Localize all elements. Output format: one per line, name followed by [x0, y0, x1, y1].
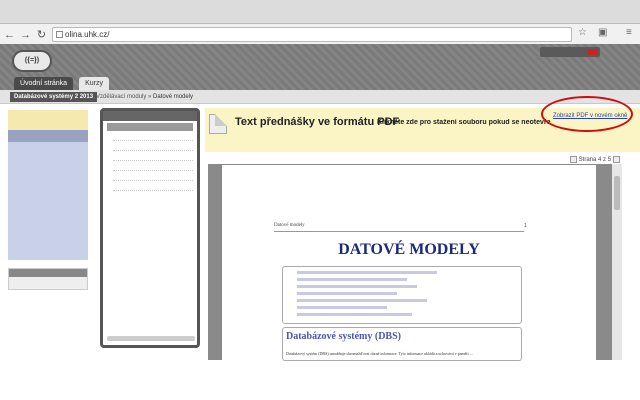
tree-node[interactable]	[113, 183, 193, 191]
star-icon[interactable]: ☆	[578, 27, 587, 38]
url-text: olina.uhk.cz/	[65, 30, 110, 39]
pdf-scrollbar[interactable]	[612, 164, 622, 360]
prev-page-button[interactable]	[570, 156, 577, 163]
address-bar[interactable]: olina.uhk.cz/	[52, 27, 572, 42]
content-tree	[100, 108, 200, 348]
tree-node[interactable]	[113, 153, 193, 161]
course-navigation	[8, 110, 88, 260]
nav-item[interactable]	[11, 210, 85, 219]
breadcrumb: Vzdělávací moduly » Datové modely	[96, 94, 194, 100]
tree-header	[103, 111, 197, 121]
menu-icon[interactable]: ≡	[626, 27, 632, 38]
pdf-page: Datové modely 1 DATOVÉ MODELY Databázové…	[222, 165, 596, 361]
pdf-page-header: Datové modely	[274, 223, 305, 228]
forward-icon[interactable]: →	[19, 29, 32, 42]
nav-item[interactable]	[11, 243, 85, 252]
main-tabs: Úvodní stránka Kurzy	[14, 77, 115, 90]
pdf-title: Text přednášky ve formátu PDF	[235, 116, 400, 128]
tree-node[interactable]	[113, 133, 193, 141]
tree-scrollbar[interactable]	[107, 336, 195, 341]
pdf-header-rule	[274, 231, 524, 232]
extension-icon[interactable]: ▣	[598, 27, 607, 38]
user-box[interactable]	[540, 47, 600, 57]
nav-item[interactable]	[11, 188, 85, 197]
nav-subheader	[8, 130, 88, 142]
nav-item[interactable]	[11, 177, 85, 186]
tree-node[interactable]	[113, 173, 193, 181]
pdf-toc-box	[282, 266, 522, 324]
nav-item[interactable]	[11, 221, 85, 230]
nav-header	[8, 110, 88, 130]
pdf-page-number: 1	[524, 223, 527, 229]
tree-toolbar[interactable]	[107, 123, 193, 131]
pdf-document-title: DATOVÉ MODELY	[338, 241, 480, 258]
page-indicator: Strana 4 z 5	[578, 157, 612, 164]
document-icon	[209, 114, 227, 134]
secondary-nav-header	[9, 269, 87, 277]
tab-courses[interactable]: Kurzy	[79, 77, 109, 90]
pdf-section-title: Databázové systémy (DBS)	[286, 331, 401, 342]
tab-strip	[0, 0, 640, 24]
nav-item[interactable]	[11, 155, 85, 164]
tree-node[interactable]	[113, 143, 193, 151]
open-pdf-new-window-link[interactable]: Zobrazit PDF v novém okně	[553, 113, 627, 119]
pdf-scroll-thumb[interactable]	[614, 176, 620, 210]
site-header: ({=}) Úvodní stránka Kurzy	[0, 44, 640, 90]
nav-item[interactable]	[11, 144, 85, 153]
nav-item[interactable]	[11, 166, 85, 175]
tree-node[interactable]	[113, 163, 193, 171]
reload-icon[interactable]: ↻	[35, 29, 48, 42]
course-name[interactable]: Databázové systémy 2 2013	[10, 92, 98, 102]
pdf-hint: Klikněte zde pro stažení souboru pokud s…	[377, 119, 551, 126]
breadcrumb-current: Datové modely	[153, 94, 194, 100]
pdf-pager: Strana 4 z 5	[570, 156, 620, 163]
browser-chrome: ← → ↻ olina.uhk.cz/ ☆ ▣ ≡	[0, 0, 640, 44]
secondary-navigation	[8, 268, 88, 290]
breadcrumb-parent[interactable]: Vzdělávací moduly	[96, 94, 146, 100]
course-bar: Databázové systémy 2 2013 Vzdělávací mod…	[0, 90, 640, 104]
tab-home[interactable]: Úvodní stránka	[14, 77, 74, 90]
nav-item[interactable]	[11, 199, 85, 208]
back-icon[interactable]: ←	[3, 29, 16, 42]
browser-toolbar: ← → ↻ olina.uhk.cz/ ☆ ▣ ≡	[0, 26, 640, 44]
page-icon	[56, 31, 63, 38]
pdf-header: Text přednášky ve formátu PDF Klikněte z…	[205, 96, 640, 152]
next-page-button[interactable]	[612, 156, 620, 163]
pdf-paragraph: Databázový systém (DBS) umožňuje shromaž…	[286, 351, 473, 356]
nav-item[interactable]	[11, 232, 85, 241]
site-logo[interactable]: ({=})	[12, 50, 52, 72]
logout-badge[interactable]	[588, 49, 598, 55]
